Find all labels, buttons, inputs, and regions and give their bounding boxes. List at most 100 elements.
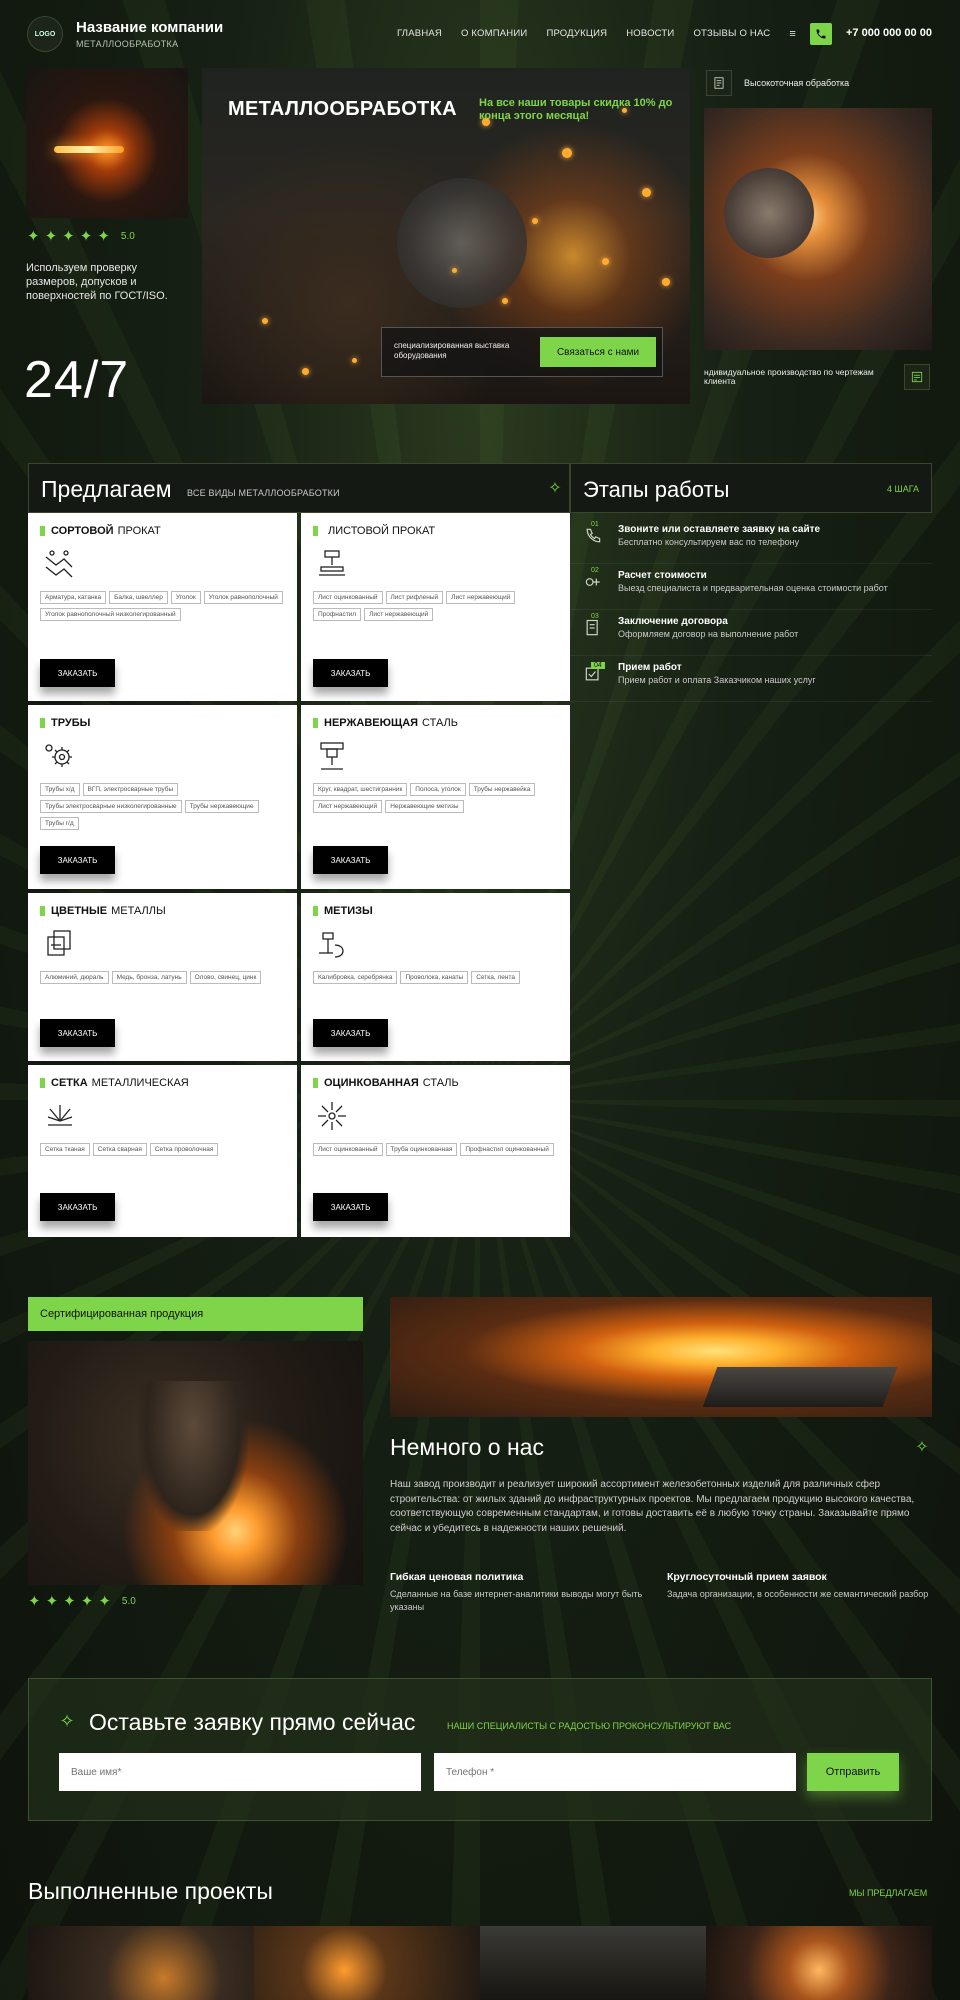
- tag[interactable]: Лист нержавеющий: [313, 800, 383, 813]
- tag[interactable]: Нержавеющие метизы: [385, 800, 464, 813]
- step-item: 04 Прием работ Прием работ и оплата Зака…: [570, 656, 932, 702]
- tag[interactable]: Труба оцинкованная: [385, 1143, 458, 1156]
- order-button[interactable]: ЗАКАЗАТЬ: [40, 846, 115, 874]
- nav-item-home[interactable]: ГЛАВНАЯ: [397, 28, 442, 40]
- certified-badge: Сертифицированная продукция: [28, 1297, 363, 1331]
- feature-desc: Сделанные на базе интернет-аналитики выв…: [390, 1589, 643, 1612]
- tag[interactable]: Трубы нержавеющие: [184, 800, 259, 813]
- nav-item-news[interactable]: НОВОСТИ: [626, 28, 674, 40]
- tag[interactable]: Сетка проволочная: [149, 1143, 219, 1156]
- gear-icon: [45, 744, 72, 767]
- tag[interactable]: Лист нержавеющий: [446, 591, 516, 604]
- card-title: МЕТИЗЫ: [313, 905, 377, 917]
- company-name: Название компании: [76, 19, 224, 36]
- spark: [532, 218, 538, 224]
- tag[interactable]: Профнастил: [313, 608, 362, 621]
- card-title: СОРТОВОЙ ПРОКАТ: [40, 525, 161, 537]
- project-image[interactable]: [254, 1926, 480, 2000]
- card-title-bold: ОЦИНКОВАННАЯ: [324, 1077, 419, 1089]
- nav-item-reviews[interactable]: ОТЗЫВЫ О НАС: [693, 28, 770, 40]
- tag-list: Лист оцинкованный Труба оцинкованная Про…: [313, 1143, 561, 1156]
- spark: [502, 298, 508, 304]
- feature-title: Круглосуточный прием заявок: [667, 1571, 827, 1583]
- order-button[interactable]: ЗАКАЗАТЬ: [40, 659, 115, 687]
- name-input[interactable]: [59, 1753, 421, 1791]
- product-card: НЕРЖАВЕЮЩАЯ СТАЛЬ Круг, квадрат, шестигра…: [301, 705, 570, 889]
- tag[interactable]: Уголок: [170, 591, 201, 604]
- tag[interactable]: Профнастил оцинкованный: [460, 1143, 554, 1156]
- order-button[interactable]: ЗАКАЗАТЬ: [313, 1019, 388, 1047]
- tag[interactable]: Калибровка, серебрянка: [313, 971, 398, 984]
- project-image[interactable]: [480, 1926, 706, 2000]
- star-icon: ✦: [44, 228, 58, 245]
- tag[interactable]: Полоса, уголок: [410, 783, 466, 796]
- phone-number[interactable]: +7 000 000 00 00: [846, 27, 932, 39]
- phone-input[interactable]: [434, 1753, 796, 1791]
- nav-item-products[interactable]: ПРОДУКЦИЯ: [546, 28, 607, 40]
- product-card: СЕТКА МЕТАЛЛИЧЕСКАЯ Сетка тканая Сетка св…: [28, 1065, 297, 1237]
- tag-list: Арматура, катанка Балка, швеллер Уголок …: [40, 591, 288, 621]
- menu-icon[interactable]: ≡: [789, 28, 795, 40]
- star-icon: ✦: [27, 228, 40, 245]
- order-button[interactable]: ЗАКАЗАТЬ: [313, 1193, 388, 1221]
- star-icon: ✦: [62, 228, 75, 245]
- calculator-icon: [585, 578, 600, 586]
- nav-item-about[interactable]: О КОМПАНИИ: [461, 28, 527, 40]
- accent-bar: [313, 1078, 318, 1088]
- feature-title: Гибкая ценовая политика: [390, 1571, 524, 1583]
- spark: [452, 268, 457, 273]
- tag[interactable]: Проволока, канаты: [400, 971, 469, 984]
- tag[interactable]: Сетка сварная: [92, 1143, 147, 1156]
- tag[interactable]: Лист нержавеющий: [364, 608, 434, 621]
- product-card: МЕТИЗЫ Калибровка, серебрянка Проволока,…: [301, 893, 570, 1061]
- request-form: ✧ Оставьте заявку прямо сейчас НАШИ СПЕЦ…: [28, 1678, 932, 1821]
- tag[interactable]: Уголок равнополочный: [203, 591, 283, 604]
- product-card: СОРТОВОЙ ПРОКАТ Арматура, катанка Балка, …: [28, 513, 297, 701]
- tag[interactable]: Арматура, катанка: [40, 591, 107, 604]
- tag[interactable]: Лист оцинкованный: [313, 1143, 383, 1156]
- tag[interactable]: Трубы г/д: [40, 817, 79, 830]
- star-icon: ✦: [98, 1593, 111, 1610]
- tag[interactable]: Трубы нержавейка: [468, 783, 536, 796]
- accent-bar: [40, 1078, 45, 1088]
- card-title: СЕТКА МЕТАЛЛИЧЕСКАЯ: [40, 1077, 189, 1089]
- project-image[interactable]: [706, 1926, 932, 2000]
- step-item: 02 Расчет стоимости Выезд специалиста и …: [570, 564, 932, 610]
- feature-desc: Задача организации, в особенности же сем…: [667, 1589, 929, 1599]
- step-title: Заключение договора: [618, 616, 728, 627]
- tag[interactable]: Сетка тканая: [40, 1143, 90, 1156]
- tag[interactable]: Олово, свинец, цинк: [189, 971, 262, 984]
- tag-list: Алюминий, дюраль Медь, бронза, латунь Ол…: [40, 971, 288, 984]
- tag[interactable]: Уголок равнополочный низколегированный: [40, 608, 181, 621]
- tag[interactable]: Сетка, лента: [471, 971, 521, 984]
- submit-button[interactable]: Отправить: [807, 1753, 899, 1791]
- hero-rating: ✦ ✦ ✦ ✦ ✦ 5.0: [27, 229, 135, 244]
- tag[interactable]: Трубы электросварные низколегированные: [40, 800, 182, 813]
- contract-icon: [586, 619, 598, 636]
- card-title-bold: СОРТОВОЙ: [51, 525, 114, 537]
- tag[interactable]: Медь, бронза, латунь: [111, 971, 187, 984]
- hardware-icon: [319, 932, 344, 958]
- rolled-metal-icon: [45, 550, 73, 578]
- order-button[interactable]: ЗАКАЗАТЬ: [313, 659, 388, 687]
- tag[interactable]: Лист рифленый: [385, 591, 444, 604]
- tag[interactable]: Трубы х/д: [40, 783, 80, 796]
- tag[interactable]: Лист оцинкованный: [313, 591, 383, 604]
- accent-bar: [40, 906, 45, 916]
- projects-link[interactable]: МЫ ПРЕДЛАГАЕМ: [849, 1888, 927, 1898]
- order-button[interactable]: ЗАКАЗАТЬ: [313, 846, 388, 874]
- tag[interactable]: Алюминий, дюраль: [40, 971, 109, 984]
- rating-value: 5.0: [120, 231, 135, 242]
- project-image[interactable]: [28, 1926, 254, 2000]
- step-number: 04: [591, 662, 605, 669]
- contact-button[interactable]: Связаться с нами: [540, 337, 656, 367]
- order-button[interactable]: ЗАКАЗАТЬ: [40, 1193, 115, 1221]
- hero-title: МЕТАЛЛООБРАБОТКА: [228, 98, 457, 120]
- tag[interactable]: ВГП, электросварные трубы: [82, 783, 179, 796]
- phone-icon[interactable]: [810, 23, 832, 45]
- order-button[interactable]: ЗАКАЗАТЬ: [40, 1019, 115, 1047]
- tag[interactable]: Балка, швеллер: [109, 591, 168, 604]
- tag[interactable]: Круг, квадрат, шестигранник: [313, 783, 408, 796]
- logo[interactable]: LOGO: [27, 16, 63, 52]
- hero-cta-box: специализированная выставка оборудования…: [381, 327, 663, 377]
